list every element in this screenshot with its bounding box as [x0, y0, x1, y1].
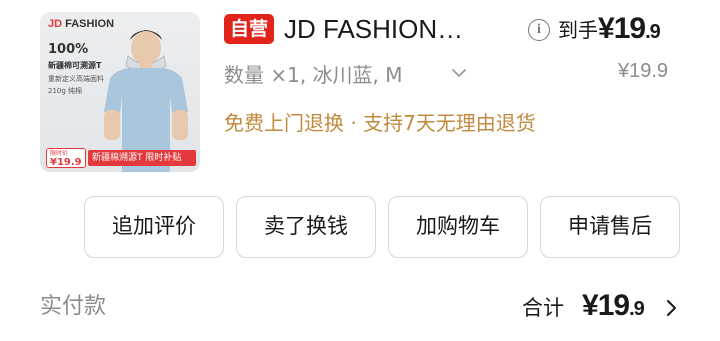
info-icon[interactable]: i [528, 19, 550, 41]
product-title[interactable]: JD FASHION… [284, 12, 509, 46]
thumbnail-banner: 新疆棉溯源T 限时补贴 [88, 150, 196, 166]
product-thumbnail[interactable]: JD FASHION 100% 新疆棉可溯源T 重新定义高端面料 210g 纯棉… [40, 12, 200, 172]
resell-button[interactable]: 卖了换钱 [236, 196, 376, 258]
final-price: ¥19.9 [598, 12, 661, 45]
service-guarantee: 免费上门退换 · 支持7天无理由退货 [224, 111, 536, 135]
chevron-down-icon[interactable] [450, 64, 468, 82]
thumbnail-headline: 100% [48, 42, 89, 57]
order-card: JD FASHION 100% 新疆棉可溯源T 重新定义高端面料 210g 纯棉… [0, 0, 720, 341]
after-sales-button[interactable]: 申请售后 [540, 196, 680, 258]
chevron-right-icon[interactable] [664, 298, 678, 318]
total-label: 合计 [522, 296, 564, 320]
thumbnail-line: 210g 纯棉 [48, 87, 83, 95]
self-operated-badge: 自营 [224, 14, 275, 44]
add-review-button[interactable]: 追加评价 [84, 196, 224, 258]
original-price: ¥19.9 [618, 60, 669, 82]
thumbnail-price-tag: 限时价 ¥19.9 [46, 148, 86, 168]
paid-amount-label: 实付款 [40, 294, 107, 319]
to-hand-label: 到手 [558, 18, 598, 42]
product-spec[interactable]: 数量 ×1, 冰川蓝, M [224, 60, 403, 90]
add-to-cart-button[interactable]: 加购物车 [388, 196, 528, 258]
thumbnail-line: 新疆棉可溯源T [48, 61, 102, 70]
total-amount[interactable]: ¥19.9 [582, 284, 645, 331]
thumbnail-line: 重新定义高端面料 [48, 75, 104, 83]
